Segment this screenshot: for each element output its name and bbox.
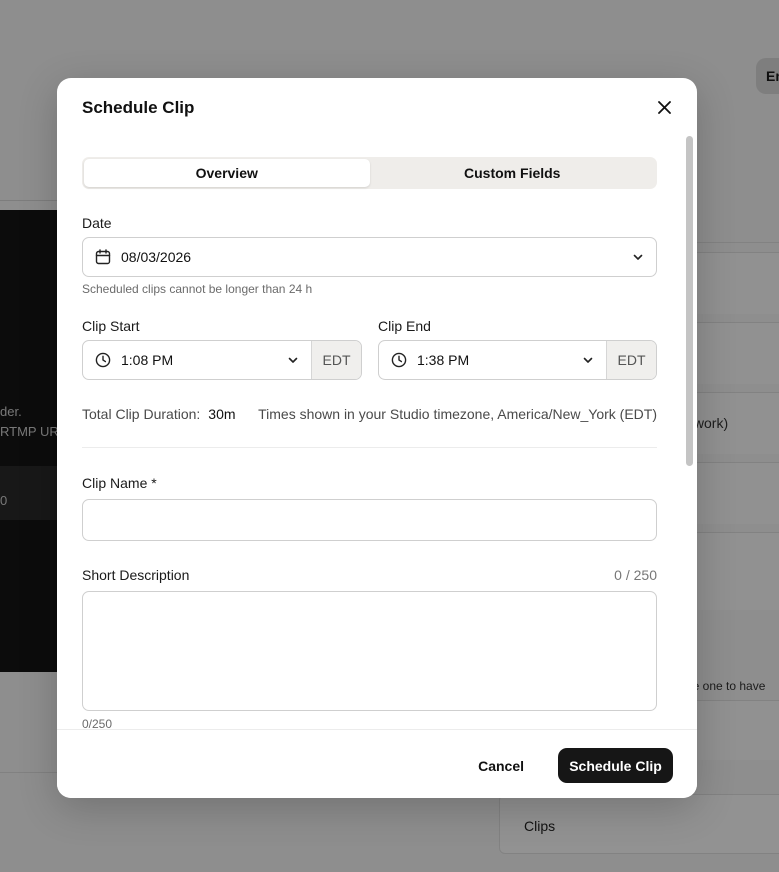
clock-icon	[95, 352, 111, 368]
date-value: 08/03/2026	[121, 249, 192, 265]
short-description-label: Short Description	[82, 567, 190, 583]
modal-footer: Cancel Schedule Clip	[57, 729, 697, 798]
clip-end-value: 1:38 PM	[417, 352, 470, 368]
short-description-counter: 0 / 250	[614, 567, 657, 583]
clip-name-label: Clip Name *	[82, 475, 157, 491]
clip-name-input[interactable]	[82, 499, 657, 541]
short-description-textarea[interactable]	[82, 591, 657, 711]
clip-start-picker[interactable]: 1:08 PM EDT	[82, 340, 362, 380]
schedule-clip-modal: Schedule Clip Overview Custom Fields Dat…	[57, 78, 697, 798]
close-button[interactable]	[653, 96, 675, 118]
clip-start-select[interactable]: 1:08 PM	[83, 341, 311, 379]
close-icon	[657, 100, 671, 114]
cancel-button[interactable]: Cancel	[466, 749, 536, 783]
clip-end-select[interactable]: 1:38 PM	[379, 341, 606, 379]
clip-end-picker[interactable]: 1:38 PM EDT	[378, 340, 657, 380]
modal-title: Schedule Clip	[82, 98, 195, 117]
chevron-down-icon	[287, 354, 299, 366]
clip-end-label: Clip End	[378, 318, 431, 334]
tab-bar: Overview Custom Fields	[82, 157, 657, 189]
clip-start-value: 1:08 PM	[121, 352, 174, 368]
clip-start-label: Clip Start	[82, 318, 140, 334]
tab-custom-fields[interactable]: Custom Fields	[370, 159, 656, 187]
section-divider	[82, 447, 657, 448]
chevron-down-icon	[632, 251, 644, 263]
clip-start-timezone: EDT	[311, 341, 361, 379]
modal-scrollbar[interactable]	[686, 136, 693, 466]
date-label: Date	[82, 215, 112, 231]
duration-label: Total Clip Duration:	[82, 406, 201, 422]
calendar-icon	[95, 249, 111, 265]
schedule-clip-button[interactable]: Schedule Clip	[558, 748, 673, 783]
duration-row: Total Clip Duration: 30m Times shown in …	[82, 406, 657, 422]
chevron-down-icon	[582, 354, 594, 366]
duration-value: 30m	[208, 406, 236, 422]
clip-end-timezone: EDT	[606, 341, 656, 379]
clock-icon	[391, 352, 407, 368]
date-picker[interactable]: 08/03/2026	[82, 237, 657, 277]
date-hint: Scheduled clips cannot be longer than 24…	[82, 282, 313, 296]
tab-overview[interactable]: Overview	[84, 159, 370, 187]
timezone-note: Times shown in your Studio timezone, Ame…	[258, 406, 657, 422]
